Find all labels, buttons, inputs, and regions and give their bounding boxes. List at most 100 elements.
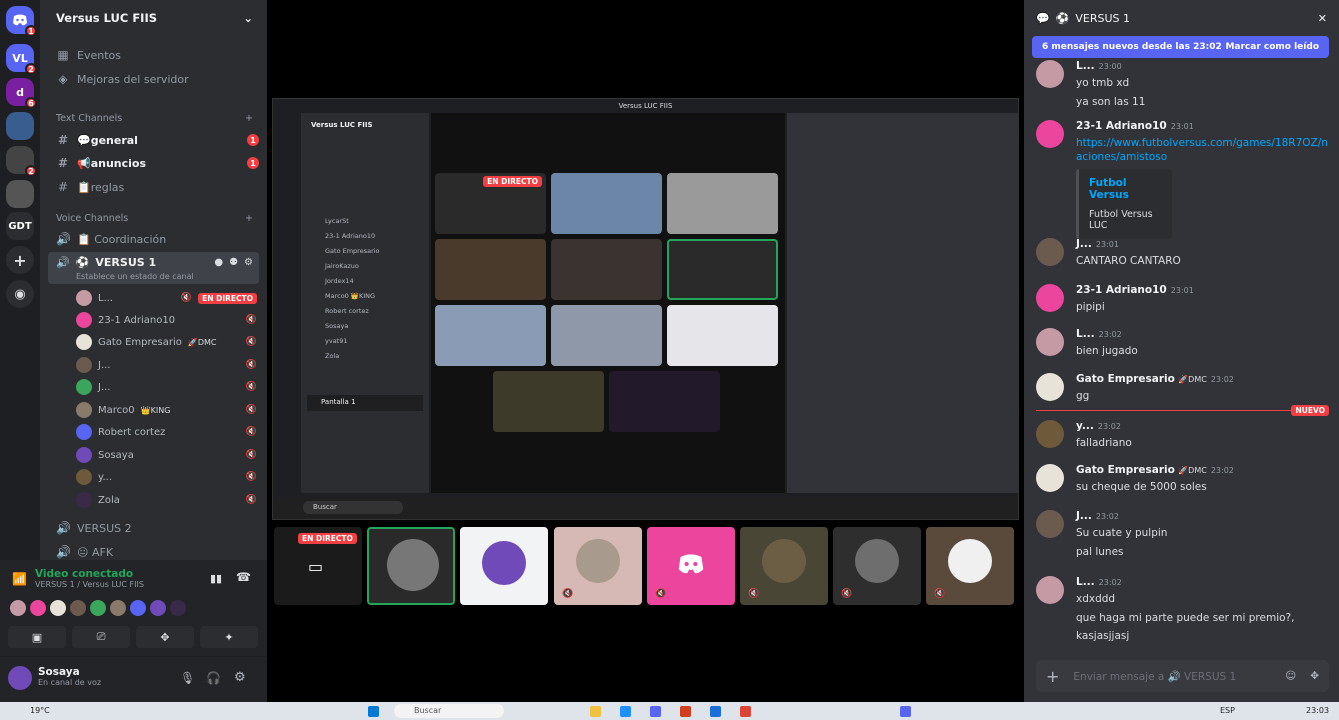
headphones-icon[interactable]: 🎧: [206, 671, 221, 685]
signal-icon[interactable]: 📶: [12, 572, 27, 586]
voice-channel-versus2[interactable]: 🔊 VERSUS 2: [48, 518, 259, 538]
clock[interactable]: 23:03: [1306, 706, 1329, 715]
invite-icon[interactable]: ⚉: [229, 257, 238, 268]
avatar[interactable]: [1036, 238, 1064, 266]
avatar[interactable]: [8, 666, 32, 690]
disconnect-icon[interactable]: ☎: [236, 570, 251, 584]
chat-message[interactable]: 23-1 Adriano10 23:01 https://www.futbolver…: [1036, 120, 1329, 239]
folder-icon[interactable]: [590, 706, 601, 717]
video-tile[interactable]: [609, 371, 720, 432]
browser-icon[interactable]: [620, 706, 631, 717]
embed-title[interactable]: Futbol Versus: [1089, 177, 1162, 201]
avatar[interactable]: [1036, 420, 1064, 448]
avatar[interactable]: [10, 600, 26, 616]
soundboard-button[interactable]: ✦: [200, 626, 258, 648]
avatar[interactable]: [1036, 576, 1064, 604]
message-author[interactable]: y...: [1076, 420, 1094, 432]
taskbar-search[interactable]: Buscar: [394, 704, 504, 718]
channel-general[interactable]: # 💬general 1: [48, 130, 259, 150]
participant-tile[interactable]: [460, 527, 548, 605]
chat-message[interactable]: y... 23:02 falladriano: [1036, 420, 1329, 451]
server-icon-anime[interactable]: [6, 112, 34, 140]
message-input[interactable]: + Enviar mensaje a 🔊 VERSUS 1 ☺ ✥: [1036, 660, 1329, 692]
voice-channel-afk[interactable]: 🔊 😐 AFK: [48, 542, 259, 562]
share-screen-button[interactable]: ⎚: [72, 626, 130, 648]
activities-button[interactable]: ✥: [136, 626, 194, 648]
avatar[interactable]: [50, 600, 66, 616]
avatar[interactable]: [1036, 464, 1064, 492]
avatar[interactable]: [1036, 373, 1064, 401]
video-tile[interactable]: [551, 173, 662, 234]
voice-user[interactable]: Sosaya 🔇: [76, 445, 257, 465]
message-author[interactable]: 23-1 Adriano10: [1076, 284, 1167, 296]
server-header[interactable]: Versus LUC FIIS ⌄: [40, 0, 267, 36]
chat-message[interactable]: J... 23:02 Su cuate y pulpin pal lunes: [1036, 510, 1329, 559]
avatar[interactable]: [1036, 60, 1064, 88]
chat-message[interactable]: L... 23:02 xdxddd que haga mi parte puede s…: [1036, 576, 1329, 644]
participant-tile[interactable]: EN DIRECTO ▭: [274, 527, 362, 605]
voice-user[interactable]: L... 🔇 EN DIRECTO: [76, 288, 257, 308]
voice-user[interactable]: y... 🔇: [76, 467, 257, 487]
message-author[interactable]: J...: [1076, 510, 1092, 522]
add-server-icon[interactable]: +: [6, 246, 34, 274]
discord-home-icon[interactable]: 1: [6, 6, 37, 37]
video-tile[interactable]: [551, 239, 662, 300]
shared-screen[interactable]: Versus LUC FIIS Versus LUC FIIS LycarSt 2…: [272, 98, 1019, 520]
plus-icon[interactable]: +: [1046, 667, 1059, 686]
nav-boosts[interactable]: ◈ Mejoras del servidor: [48, 69, 259, 89]
message-author[interactable]: 23-1 Adriano10: [1076, 120, 1167, 132]
server-icon-d[interactable]: d 6: [6, 78, 37, 109]
category-text-channels[interactable]: Text Channels +: [56, 113, 253, 124]
participant-tile[interactable]: [367, 527, 455, 605]
server-icon-gdt[interactable]: GDT: [6, 212, 34, 240]
channel-anuncios[interactable]: # 📢anuncios 1: [48, 153, 259, 173]
video-tile[interactable]: [435, 305, 546, 366]
gear-icon[interactable]: ⚙: [234, 670, 246, 685]
mark-read-button[interactable]: Marcar como leído: [1225, 42, 1319, 52]
avatar[interactable]: [70, 600, 86, 616]
channel-reglas[interactable]: # 📋reglas: [48, 177, 259, 197]
chat-message[interactable]: L... 23:00 yo tmb xd ya son las 11: [1036, 60, 1329, 109]
participant-tile[interactable]: 🔇: [647, 527, 735, 605]
chat-icon[interactable]: ●: [214, 257, 223, 268]
voice-user[interactable]: Gato Empresario 🚀DMC 🔇: [76, 332, 257, 352]
voice-channel-versus1[interactable]: 🔊 ⚽ VERSUS 1 Establece un estado de cana…: [48, 252, 259, 284]
noise-icon[interactable]: ▮▮: [210, 572, 222, 585]
category-voice-channels[interactable]: Voice Channels +: [56, 213, 253, 224]
chrome-icon[interactable]: [740, 706, 751, 717]
avatar[interactable]: [110, 600, 126, 616]
vscode-icon[interactable]: [710, 706, 721, 717]
voice-channel-path[interactable]: VERSUS 1 / Versus LUC FIIS: [35, 580, 144, 589]
participant-tile[interactable]: 🔇: [554, 527, 642, 605]
avatar[interactable]: [30, 600, 46, 616]
chat-message[interactable]: Gato Empresario 🚀DMC 23:02 gg: [1036, 373, 1329, 404]
avatar[interactable]: [1036, 510, 1064, 538]
message-author[interactable]: J...: [1076, 238, 1092, 250]
language-indicator[interactable]: ESP: [1220, 706, 1235, 715]
server-icon-dog[interactable]: [6, 180, 34, 208]
close-icon[interactable]: ✕: [1318, 12, 1327, 25]
message-author[interactable]: L...: [1076, 576, 1095, 588]
message-link[interactable]: aciones/amistoso: [1076, 151, 1328, 163]
microphone-icon[interactable]: 🎙: [180, 671, 195, 685]
voice-user[interactable]: Marco0 👑KING 🔇: [76, 400, 257, 420]
message-author[interactable]: Gato Empresario: [1076, 373, 1175, 385]
avatar[interactable]: [1036, 284, 1064, 312]
video-tile[interactable]: [667, 173, 778, 234]
video-tile[interactable]: [667, 305, 778, 366]
participant-tile[interactable]: 🔇: [926, 527, 1014, 605]
avatar[interactable]: [150, 600, 166, 616]
camera-off-button[interactable]: ▣: [8, 626, 66, 648]
chat-message[interactable]: Gato Empresario 🚀DMC 23:02 su cheque de 50…: [1036, 464, 1329, 495]
message-author[interactable]: L...: [1076, 328, 1095, 340]
message-author[interactable]: L...: [1076, 60, 1095, 72]
video-tile[interactable]: EN DIRECTO: [435, 173, 546, 234]
avatar[interactable]: [1036, 328, 1064, 356]
add-channel-icon[interactable]: +: [245, 213, 253, 224]
app-icon[interactable]: [680, 706, 691, 717]
message-link[interactable]: https://www.futbolversus.com/games/18R7O…: [1076, 136, 1328, 151]
video-tile[interactable]: [493, 371, 604, 432]
video-tile[interactable]: [435, 239, 546, 300]
message-author[interactable]: Gato Empresario: [1076, 464, 1175, 476]
chat-message[interactable]: 23-1 Adriano10 23:01 pipipi: [1036, 284, 1329, 315]
